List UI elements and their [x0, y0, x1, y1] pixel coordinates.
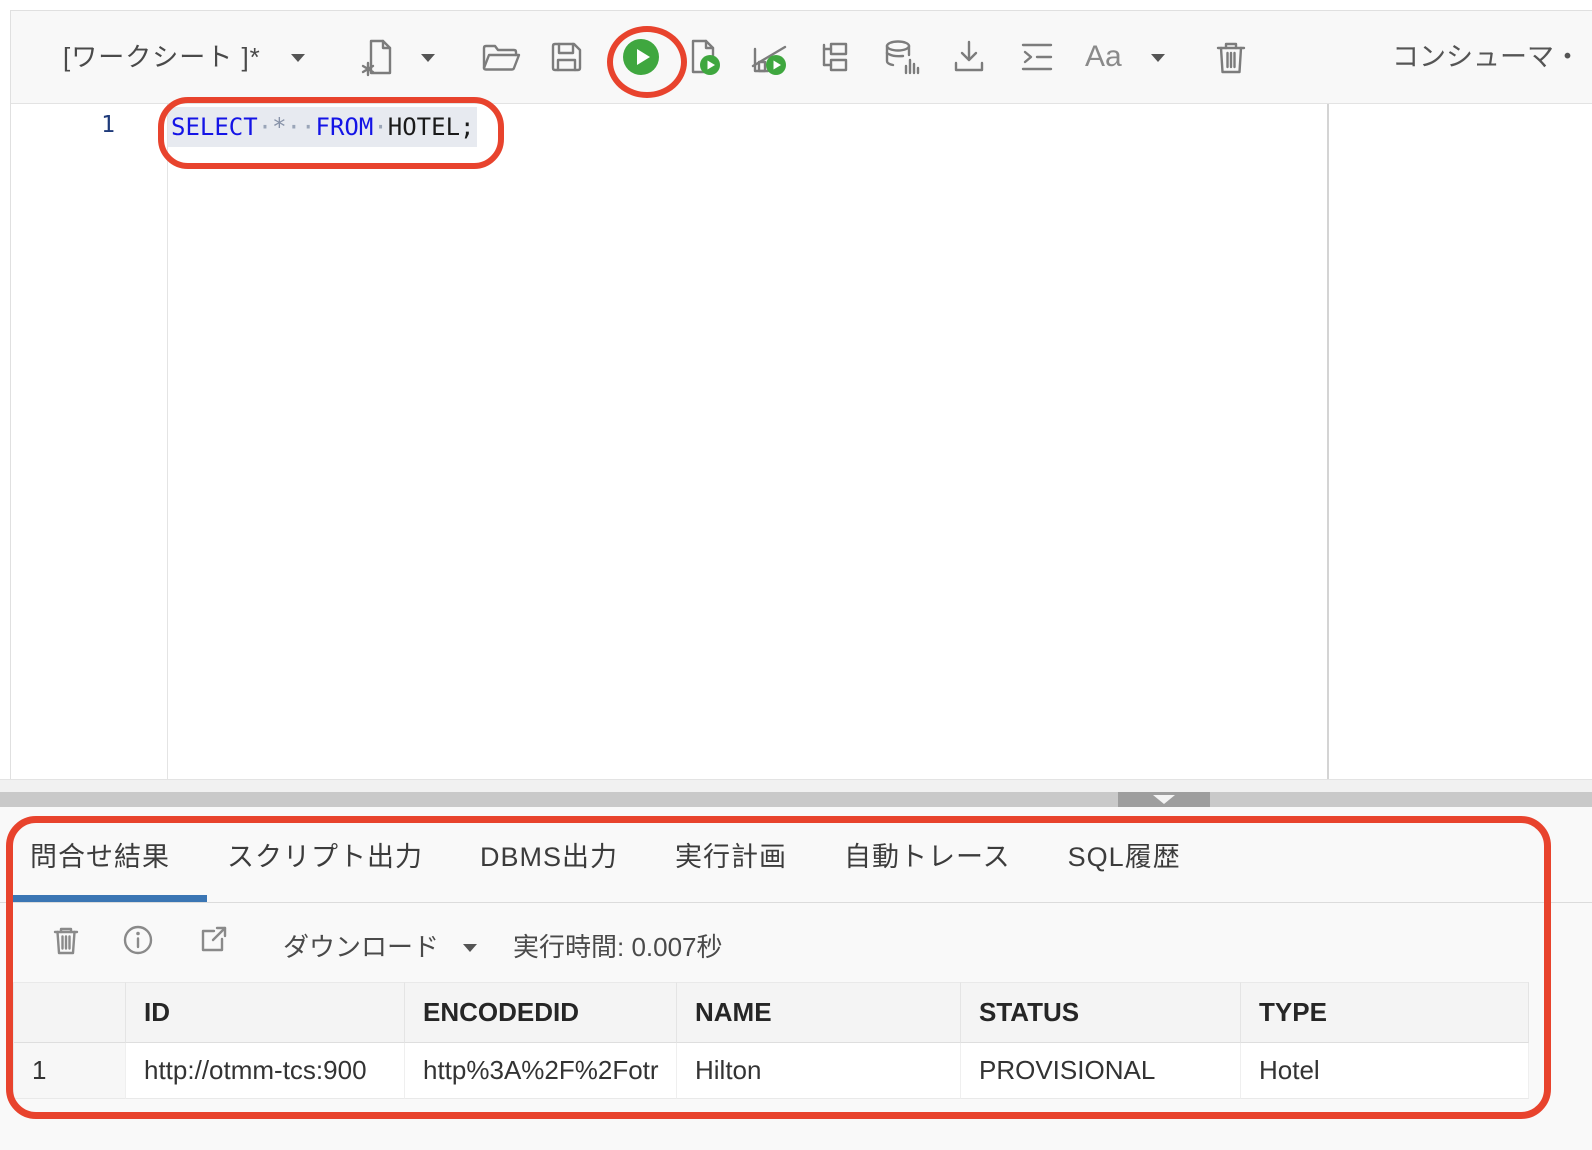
cell-status[interactable]: PROVISIONAL	[961, 1043, 1241, 1099]
column-header-encodedid[interactable]: ENCODEDID	[405, 982, 677, 1043]
editor-panel-divider[interactable]	[1327, 104, 1329, 779]
cell-encodedid[interactable]: http%3A%2F%2Fotr	[405, 1043, 677, 1099]
save-icon[interactable]	[545, 35, 589, 79]
chevron-down-icon	[1153, 795, 1175, 804]
sql-statement[interactable]: SELECT·*··FROM·HOTEL;	[168, 107, 477, 147]
tab-dbms-output[interactable]: DBMS出力	[480, 835, 618, 874]
run-script-icon[interactable]	[682, 35, 726, 79]
column-header-name[interactable]: NAME	[677, 982, 961, 1043]
whitespace-dot: ·	[373, 113, 387, 141]
sql-editor[interactable]: 1 SELECT·*··FROM·HOTEL;	[11, 104, 1592, 779]
cell-type[interactable]: Hotel	[1241, 1043, 1529, 1099]
clear-results-trash-icon[interactable]	[48, 922, 84, 958]
line-number: 1	[11, 112, 115, 138]
tab-query-result[interactable]: 問合せ結果	[30, 835, 170, 874]
sql-keyword-select: SELECT	[171, 113, 258, 141]
font-size-control[interactable]: Aa	[1085, 11, 1122, 103]
download-button[interactable]: ダウンロード	[283, 928, 439, 966]
sql-star: *	[272, 113, 286, 141]
results-panel: 問合せ結果 スクリプト出力 DBMS出力 実行計画 自動トレース SQL履歴 ダ…	[0, 807, 1592, 1150]
info-icon[interactable]	[120, 922, 156, 958]
download-caret-icon[interactable]	[462, 943, 478, 953]
column-header-id[interactable]: ID	[126, 982, 405, 1043]
tab-explain-plan[interactable]: 実行計画	[675, 835, 787, 874]
sql-worksheet-window: [ワークシート ]*	[0, 0, 1592, 1150]
font-size-caret-icon[interactable]	[1150, 53, 1166, 63]
sql-table-name: HOTEL;	[388, 113, 475, 141]
open-file-icon[interactable]	[478, 35, 522, 79]
gutter-separator	[167, 104, 168, 779]
clear-worksheet-trash-icon[interactable]	[1209, 35, 1253, 79]
worksheet-toolbar: [ワークシート ]*	[11, 11, 1592, 104]
tab-autotrace[interactable]: 自動トレース	[844, 835, 1011, 874]
autotrace-icon[interactable]	[747, 35, 791, 79]
execution-time-label: 実行時間: 0.007秒	[513, 928, 723, 966]
cell-id[interactable]: http://otmm-tcs:900	[126, 1043, 405, 1099]
cell-name[interactable]: Hilton	[677, 1043, 961, 1099]
new-worksheet-icon[interactable]	[356, 35, 400, 79]
format-sql-icon[interactable]	[1015, 35, 1059, 79]
worksheet-title[interactable]: [ワークシート ]*	[63, 11, 261, 103]
open-in-new-window-icon[interactable]	[195, 922, 231, 958]
consumer-group-label[interactable]: コンシューマ・	[1392, 11, 1581, 103]
worksheet-menu-caret-icon[interactable]	[290, 53, 306, 63]
row-number-cell[interactable]: 1	[14, 1043, 126, 1099]
splitter-margin	[0, 779, 1592, 792]
splitter-collapse-handle[interactable]	[1118, 792, 1210, 807]
run-statement-icon[interactable]	[621, 37, 661, 77]
tab-script-output[interactable]: スクリプト出力	[227, 835, 423, 874]
database-statistics-icon[interactable]	[879, 35, 923, 79]
whitespace-dots: ··	[287, 113, 316, 141]
tab-sql-history[interactable]: SQL履歴	[1068, 835, 1181, 874]
sql-keyword-from: FROM	[316, 113, 374, 141]
result-table: ID ENCODEDID NAME STATUS TYPE 1 http://o…	[13, 982, 1529, 1099]
column-header-type[interactable]: TYPE	[1241, 982, 1529, 1043]
column-header-status[interactable]: STATUS	[961, 982, 1241, 1043]
download-icon[interactable]	[947, 35, 991, 79]
results-tab-bar: 問合せ結果 スクリプト出力 DBMS出力 実行計画 自動トレース SQL履歴	[11, 807, 1238, 902]
tab-bar-border	[0, 902, 1592, 903]
horizontal-splitter[interactable]	[0, 792, 1592, 807]
active-tab-underline	[12, 895, 207, 902]
column-header-rownum[interactable]	[14, 982, 126, 1043]
explain-plan-icon[interactable]	[814, 35, 858, 79]
whitespace-dot: ·	[258, 113, 272, 141]
new-worksheet-caret-icon[interactable]	[420, 53, 436, 63]
